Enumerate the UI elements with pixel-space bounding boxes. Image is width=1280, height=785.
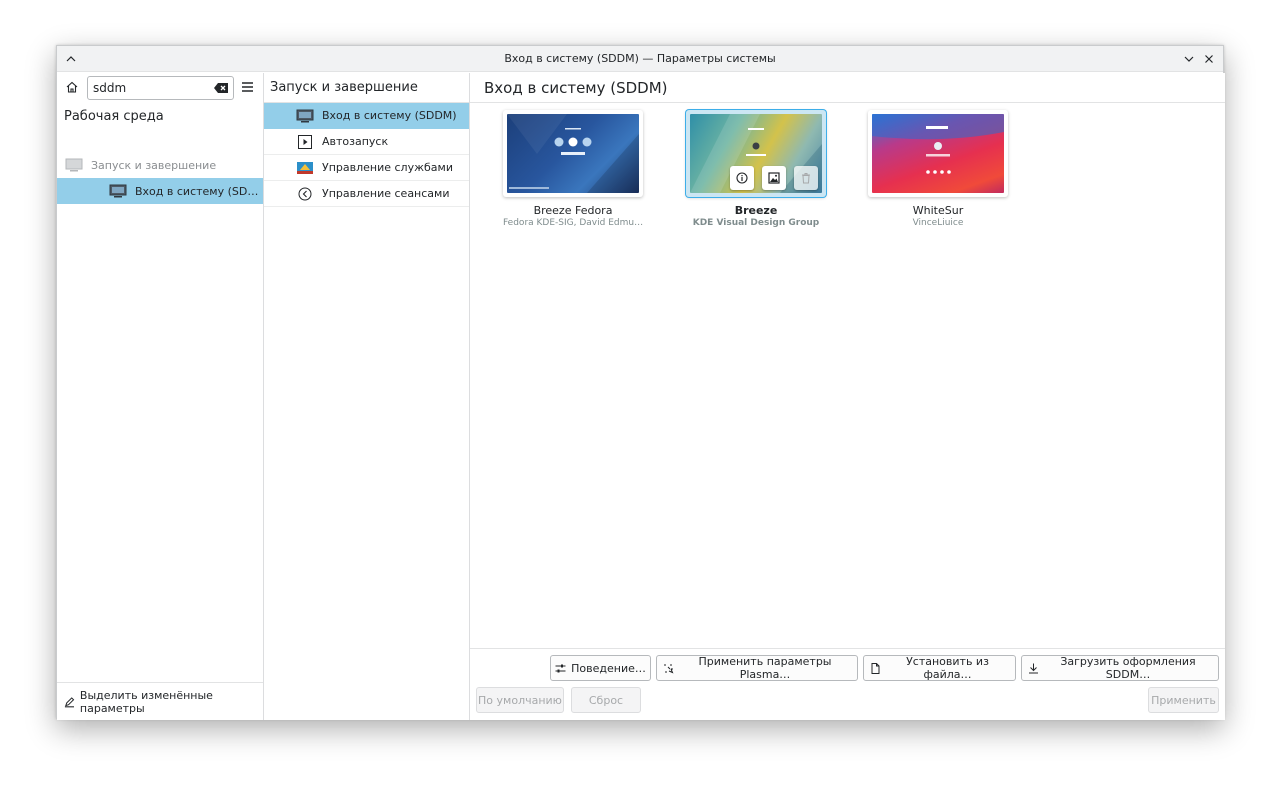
monitor-icon [65,158,83,172]
theme-preview-frame [686,110,826,197]
close-icon [1205,55,1213,63]
install-from-file-button[interactable]: Установить из файла… [863,655,1016,681]
theme-card-whitesur[interactable]: WhiteSur VinceLiuice [868,110,1008,230]
theme-card-breeze[interactable]: Breeze KDE Visual Design Group [686,110,826,230]
preview-art [507,114,639,193]
theme-author: VinceLiuice [912,218,964,228]
highlight-changed-label: Выделить изменённые параметры [79,688,213,715]
sync-icon [664,663,674,673]
apply-button[interactable]: Применить [1148,687,1219,713]
sidebar: Рабочая среда Запуск и завершение Вход в… [57,73,264,720]
sliders-icon [555,664,566,672]
monitor-icon [296,109,314,122]
session-icon [298,187,312,200]
trash-icon [802,173,810,184]
download-themes-label: Загрузить оформления SDDM… [1060,655,1196,681]
document-icon [871,662,880,674]
theme-preview-frame [868,110,1008,197]
subcategory-list: Запуск и завершение Вход в систему (SDDM… [264,73,470,720]
apply-plasma-label: Применить параметры Plasma… [698,655,832,681]
delete-theme-button[interactable] [794,166,818,190]
change-background-button[interactable] [762,166,786,190]
behavior-label: Поведение… [571,661,646,675]
list-item-label: Вход в систему (SDDM) [322,109,457,122]
title-bar: Вход в систему (SDDM) — Параметры систем… [57,46,1223,72]
theme-author: Fedora KDE-SIG, David Edmu… [503,218,643,228]
main-panel: Вход в систему (SDDM) Breeze Fedora Fedo… [470,73,1225,720]
divider [470,102,1225,103]
theme-author: KDE Visual Design Group [692,218,820,228]
list-item-label: Управление службами [322,161,453,174]
minimize-button[interactable] [1179,49,1199,69]
download-themes-button[interactable]: Загрузить оформления SDDM… [1021,655,1219,681]
search-field[interactable] [87,76,234,100]
list-item-services[interactable]: Управление службами [264,155,469,181]
theme-card-breeze-fedora[interactable]: Breeze Fedora Fedora KDE-SIG, David Edmu… [503,110,643,230]
defaults-button[interactable]: По умолчанию [476,687,564,713]
list-item-autostart[interactable]: Автозапуск [264,129,469,155]
info-icon [736,172,748,184]
pencil-icon [64,696,75,707]
sidebar-category-startup[interactable]: Запуск и завершение [57,152,263,178]
search-input[interactable] [93,80,203,96]
preview-art [872,114,1004,174]
settings-window: Вход в систему (SDDM) — Параметры систем… [56,45,1225,720]
image-icon [768,172,780,184]
theme-preview-frame [503,110,643,197]
autostart-icon [298,134,312,149]
behavior-button[interactable]: Поведение… [550,655,651,681]
theme-preview-image [872,114,1004,193]
install-from-file-label: Установить из файла… [906,655,989,681]
list-item-sessions[interactable]: Управление сеансами [264,181,469,207]
list-item-label: Автозапуск [322,135,389,148]
search-row [57,73,264,103]
theme-name: WhiteSur [912,204,964,217]
services-icon [297,161,313,174]
section-heading: Рабочая среда [64,109,164,124]
sidebar-category-label: Запуск и завершение [91,158,217,172]
clear-search-icon[interactable] [214,82,229,94]
theme-info-button[interactable] [730,166,754,190]
download-icon [1029,663,1038,673]
subcategory-header: Запуск и завершение [270,80,418,95]
theme-name: Breeze Fedora [533,204,613,217]
chevron-down-icon [1184,56,1194,62]
page-title: Вход в систему (SDDM) [484,79,668,97]
sidebar-item-sddm[interactable]: Вход в систему (SD… [57,178,263,204]
highlight-changed-button[interactable]: Выделить изменённые параметры [57,682,263,720]
hamburger-menu-icon[interactable] [241,81,254,93]
sidebar-item-label: Вход в систему (SD… [135,184,259,198]
apply-plasma-settings-button[interactable]: Применить параметры Plasma… [656,655,858,681]
theme-preview-image [507,114,639,193]
close-button[interactable] [1199,49,1219,69]
list-item-label: Управление сеансами [322,187,450,200]
reset-button[interactable]: Сброс [571,687,641,713]
window-title: Вход в систему (SDDM) — Параметры систем… [504,52,776,65]
theme-name: Breeze [734,204,778,217]
list-item-sddm[interactable]: Вход в систему (SDDM) [264,103,469,129]
monitor-icon [109,184,127,198]
home-icon[interactable] [65,80,79,94]
divider [470,648,1225,649]
theme-preview-image [690,114,822,193]
